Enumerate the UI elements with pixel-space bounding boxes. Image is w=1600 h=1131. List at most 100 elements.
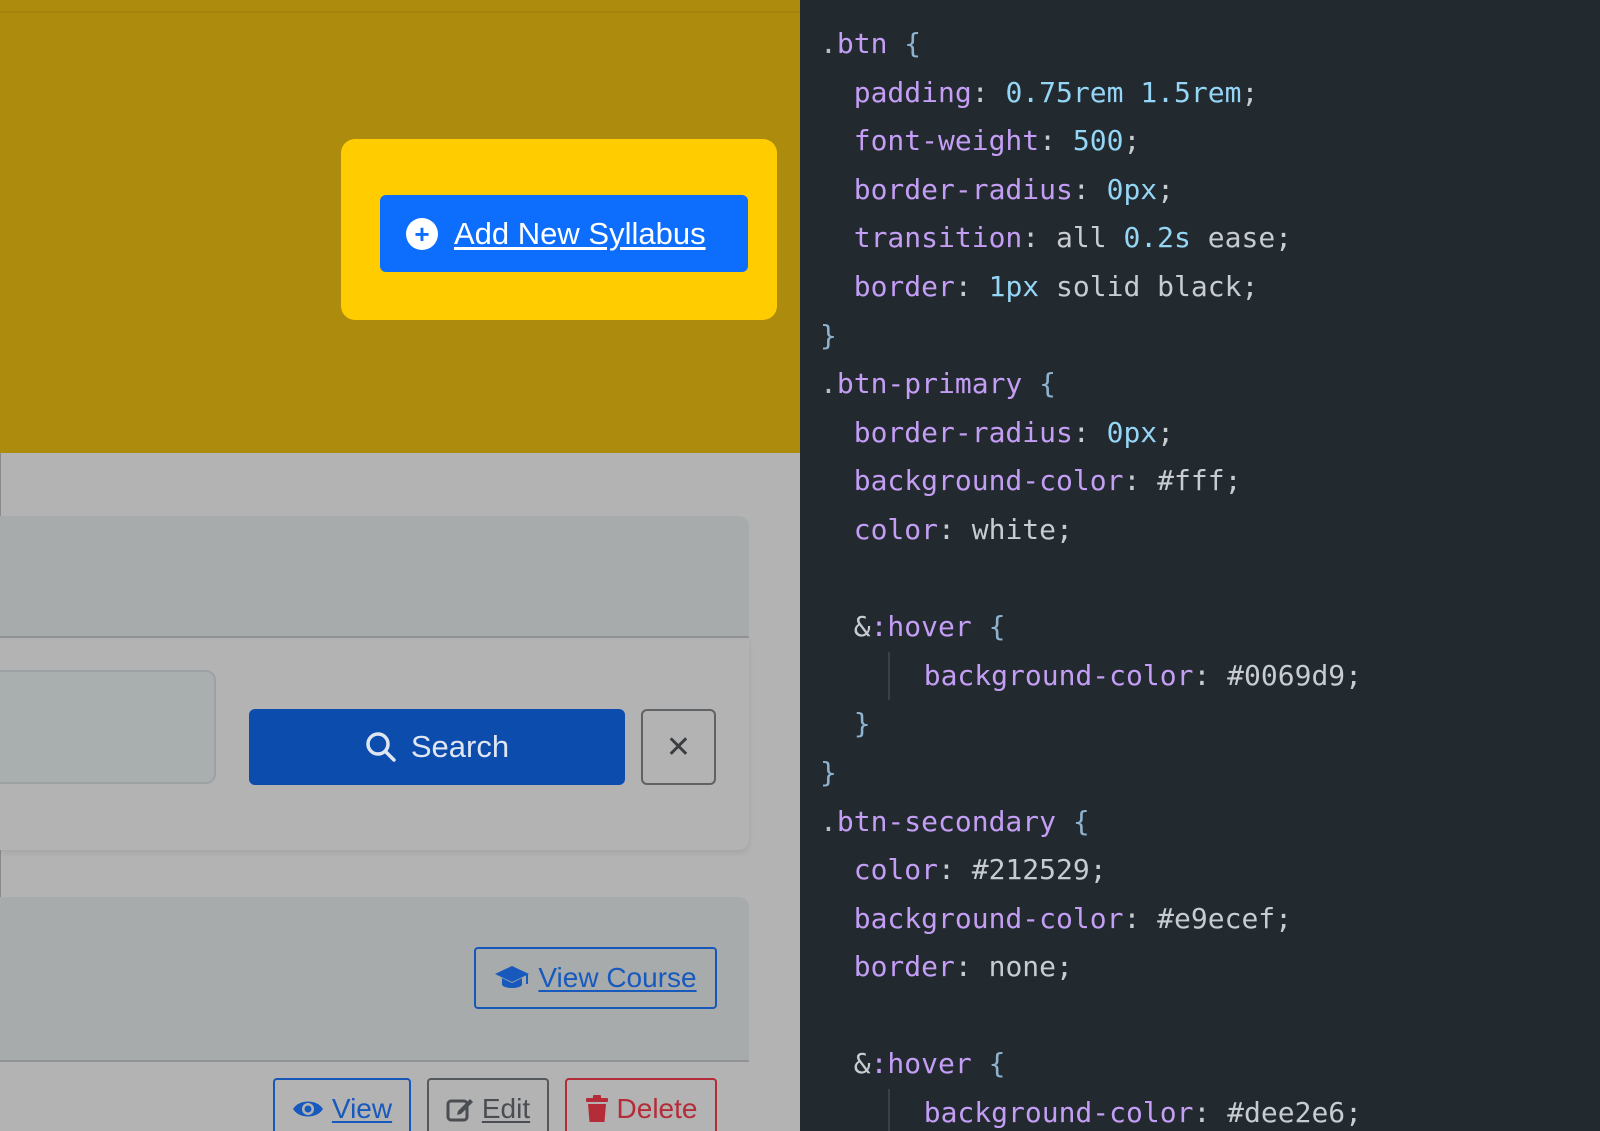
- code-token: #0069d9;: [1227, 658, 1363, 692]
- css-brace: {: [1056, 804, 1090, 838]
- code-token: :: [938, 512, 972, 546]
- code-token: :: [1072, 415, 1107, 449]
- edit-icon: [446, 1099, 473, 1122]
- css-selector: btn-secondary: [836, 804, 1057, 838]
- code-token: :: [1193, 658, 1228, 692]
- code-line: background-color: #dee2e6;: [820, 1089, 1362, 1131]
- code-token: ;: [1157, 415, 1175, 449]
- code-editor[interactable]: .btn { padding: 0.75rem 1.5rem; font-wei…: [800, 0, 1600, 1131]
- code-lines: .btn { padding: 0.75rem 1.5rem; font-wei…: [820, 20, 1362, 1131]
- delete-button[interactable]: Delete: [565, 1078, 717, 1131]
- code-token: :hover: [870, 610, 972, 644]
- css-property: background-color: [853, 464, 1124, 498]
- clear-search-button[interactable]: ✕: [641, 709, 716, 785]
- code-token: :: [1193, 1096, 1228, 1130]
- css-property: color: [853, 512, 939, 546]
- css-number: 0.2s: [1123, 221, 1191, 255]
- css-number: 0px: [1106, 415, 1158, 449]
- code-line: border-radius: 0px;: [820, 409, 1362, 458]
- code-line: border: none;: [820, 943, 1362, 992]
- code-token: white;: [971, 512, 1073, 546]
- plus-circle-icon: +: [406, 217, 438, 250]
- css-property: padding: [853, 75, 972, 109]
- code-line: .btn-primary {: [820, 360, 1362, 409]
- view-label: View: [331, 1093, 393, 1124]
- view-course-label: View Course: [538, 962, 697, 993]
- close-icon: ✕: [665, 730, 692, 764]
- css-property: transition: [853, 221, 1023, 255]
- code-token: &: [853, 610, 871, 644]
- code-token: ;: [1123, 124, 1141, 158]
- code-token: :: [954, 950, 989, 984]
- code-token: :: [971, 75, 1006, 109]
- eye-icon: [292, 1101, 323, 1117]
- search-button[interactable]: Search: [249, 709, 625, 785]
- css-brace: {: [1022, 367, 1057, 401]
- code-token: :: [938, 853, 972, 887]
- code-line: border-radius: 0px;: [820, 166, 1362, 215]
- selector-dot: .: [820, 27, 837, 60]
- graduation-cap-icon: [495, 966, 530, 988]
- css-property: border: [853, 269, 955, 303]
- view-button[interactable]: View: [273, 1078, 411, 1131]
- code-token: all: [1056, 221, 1124, 255]
- code-line: }: [820, 700, 1362, 749]
- code-line: color: #212529;: [820, 846, 1362, 895]
- css-brace: {: [971, 1047, 1006, 1081]
- search-input[interactable]: [0, 670, 216, 784]
- code-line: border: 1px solid black;: [820, 263, 1362, 312]
- add-new-syllabus-label: Add New Syllabus: [454, 215, 706, 251]
- css-number: 0px: [1106, 172, 1158, 206]
- selector-dot: .: [820, 367, 837, 401]
- code-token: :: [954, 269, 989, 303]
- code-token: none;: [988, 950, 1073, 984]
- code-line: &:hover {: [820, 603, 1362, 652]
- search-icon: [366, 732, 396, 762]
- code-line: background-color: #e9ecef;: [820, 895, 1362, 944]
- css-brace: }: [820, 318, 837, 352]
- edit-label: Edit: [481, 1093, 531, 1124]
- app-preview-pane: + Add New Syllabus Search ✕ View Course …: [0, 0, 800, 1131]
- css-property: border-radius: [853, 415, 1073, 449]
- code-token: :: [1072, 172, 1107, 206]
- edit-button[interactable]: Edit: [427, 1078, 549, 1131]
- code-token: :: [1123, 901, 1158, 935]
- add-new-syllabus-button[interactable]: + Add New Syllabus: [380, 195, 748, 272]
- css-selector: btn: [836, 27, 888, 60]
- css-property: border: [853, 950, 955, 984]
- delete-label: Delete: [616, 1093, 698, 1124]
- css-brace: }: [820, 755, 837, 789]
- code-line: background-color: #0069d9;: [820, 651, 1363, 701]
- indent-guide: [887, 651, 890, 701]
- code-token: ease;: [1190, 221, 1293, 255]
- css-selector: btn-primary: [836, 367, 1023, 401]
- code-token: :: [1022, 221, 1057, 255]
- css-property: font-weight: [853, 124, 1040, 158]
- code-token: :: [1123, 464, 1158, 498]
- search-button-label: Search: [410, 729, 510, 764]
- code-line: color: white;: [820, 506, 1362, 555]
- code-token: :: [1039, 124, 1073, 158]
- code-line: &:hover {: [820, 1040, 1362, 1089]
- code-line: transition: all 0.2s ease;: [820, 214, 1362, 263]
- view-course-button[interactable]: View Course: [474, 947, 717, 1009]
- code-line: .btn {: [820, 20, 1362, 69]
- code-line: font-weight: 500;: [820, 117, 1362, 166]
- code-token: :hover: [870, 1047, 972, 1081]
- code-line: }: [820, 749, 1362, 798]
- code-line: padding: 0.75rem 1.5rem;: [820, 69, 1362, 118]
